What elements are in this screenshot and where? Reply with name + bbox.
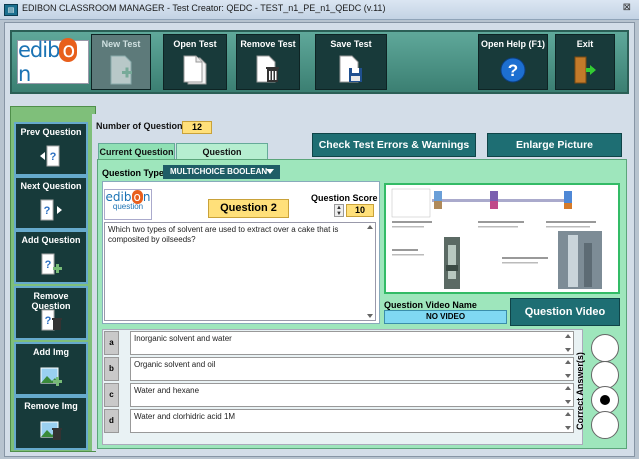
open-test-label: Open Test	[173, 39, 217, 49]
prev-question-label: Prev Question	[20, 127, 82, 137]
answer-row: d Water and clorhidric acid 1M	[104, 409, 578, 433]
correct-answers-label: Correct Answer(s)	[575, 352, 585, 430]
question-text: Which two types of solvent are used to e…	[108, 225, 339, 244]
prev-question-button[interactable]: Prev Question ?	[14, 122, 88, 176]
scroll-up-icon[interactable]	[367, 225, 373, 229]
scroll-up-icon[interactable]	[565, 334, 571, 338]
chevron-down-icon	[266, 169, 274, 174]
open-help-button[interactable]: Open Help (F1) ?	[478, 34, 548, 90]
save-test-button[interactable]: Save Test	[315, 34, 387, 90]
open-help-label: Open Help (F1)	[480, 39, 545, 49]
prev-question-icon: ?	[40, 145, 60, 167]
question-type-select[interactable]: MULTICHOICE BOOLEAN	[163, 165, 280, 179]
answer-letter: d	[104, 409, 119, 433]
correct-answer-radio-a[interactable]	[591, 334, 619, 362]
new-test-button[interactable]: New Test	[91, 34, 151, 90]
question-type-value: MULTICHOICE BOOLEAN	[170, 167, 268, 176]
answer-row: b Organic solvent and oil	[104, 357, 578, 381]
process-diagram-image	[386, 185, 618, 292]
title-bar: ▤ EDIBON CLASSROOM MANAGER - Test Creato…	[0, 0, 639, 20]
new-test-label: New Test	[101, 39, 141, 49]
answer-text-field[interactable]: Water and hexane	[130, 383, 574, 407]
answer-row: a Inorganic solvent and water	[104, 331, 578, 355]
remove-question-icon: ?	[41, 309, 62, 331]
scroll-down-icon[interactable]	[565, 374, 571, 378]
window-title: EDIBON CLASSROOM MANAGER - Test Creator:…	[22, 3, 386, 13]
question-video-button[interactable]: Question Video	[510, 298, 620, 326]
add-question-label: Add Question	[21, 235, 81, 245]
check-errors-button[interactable]: Check Test Errors & Warnings	[312, 133, 476, 157]
new-document-icon	[110, 55, 132, 85]
scroll-down-icon[interactable]	[565, 426, 571, 430]
tab-current-question[interactable]: Current Question	[98, 143, 175, 159]
question-score-value[interactable]: 10	[346, 204, 374, 217]
edibon-logo: edib on	[17, 38, 89, 86]
scroll-down-icon[interactable]	[565, 400, 571, 404]
help-icon: ?	[500, 57, 526, 83]
scroll-up-icon[interactable]	[565, 360, 571, 364]
remove-test-button[interactable]: Remove Test	[236, 34, 300, 90]
exit-button[interactable]: Exit	[555, 34, 615, 90]
answer-letter: c	[104, 383, 119, 407]
app-icon: ▤	[4, 4, 18, 16]
svg-text:?: ?	[508, 61, 518, 80]
score-stepper[interactable]: ▲ ▼	[334, 204, 344, 217]
exit-label: Exit	[576, 39, 594, 49]
question-number: Question 2	[208, 199, 289, 218]
save-test-label: Save Test	[330, 39, 372, 49]
correct-answer-radio-d[interactable]	[591, 411, 619, 439]
answer-text-field[interactable]: Water and clorhidric acid 1M	[130, 409, 574, 433]
open-document-icon	[183, 55, 207, 85]
open-test-button[interactable]: Open Test	[163, 34, 227, 90]
exit-door-icon	[574, 56, 596, 84]
scroll-up-icon[interactable]	[565, 386, 571, 390]
answer-letter: a	[104, 331, 119, 355]
num-questions-label: Number of Questions	[96, 121, 188, 131]
tab-question-explanation[interactable]: Question Explanation	[176, 143, 268, 173]
question-type-label: Question Type	[102, 168, 164, 178]
correct-answer-radio-b[interactable]	[591, 361, 619, 389]
next-question-icon: ?	[40, 199, 62, 221]
svg-text:?: ?	[45, 259, 52, 271]
answer-text-field[interactable]: Inorganic solvent and water	[130, 331, 574, 355]
answer-text: Water and clorhidric acid 1M	[134, 412, 236, 421]
answer-text: Organic solvent and oil	[134, 360, 216, 369]
edibon-question-logo: edib o n question	[104, 189, 152, 220]
answer-text: Water and hexane	[134, 386, 200, 395]
delete-document-icon	[256, 55, 279, 83]
scroll-up-icon[interactable]	[565, 412, 571, 416]
close-icon[interactable]: ⊠	[623, 2, 631, 13]
remove-img-label: Remove Img	[24, 401, 78, 411]
add-question-icon: ?	[41, 253, 62, 275]
next-question-label: Next Question	[20, 181, 82, 191]
enlarge-picture-button[interactable]: Enlarge Picture	[487, 133, 622, 157]
add-img-label: Add Img	[33, 347, 69, 357]
video-name-label: Question Video Name	[384, 300, 477, 310]
svg-text:?: ?	[45, 315, 52, 327]
add-image-icon	[40, 367, 62, 386]
answer-text: Inorganic solvent and water	[134, 334, 232, 343]
add-img-button[interactable]: Add Img	[14, 342, 88, 396]
answer-text-field[interactable]: Organic solvent and oil	[130, 357, 574, 381]
remove-img-button[interactable]: Remove Img	[14, 396, 88, 450]
video-name-value: NO VIDEO	[384, 310, 507, 324]
remove-test-label: Remove Test	[240, 39, 296, 49]
next-question-button[interactable]: Next Question ?	[14, 176, 88, 230]
save-document-icon	[339, 55, 362, 83]
svg-text:?: ?	[50, 151, 57, 163]
correct-answer-radio-c[interactable]	[591, 386, 619, 414]
add-question-button[interactable]: Add Question ?	[14, 230, 88, 284]
question-text-area[interactable]: Which two types of solvent are used to e…	[104, 222, 376, 321]
answer-letter: b	[104, 357, 119, 381]
answer-row: c Water and hexane	[104, 383, 578, 407]
remove-image-icon	[40, 421, 62, 440]
scroll-down-icon[interactable]	[565, 348, 571, 352]
remove-question-button[interactable]: Remove Question ?	[14, 286, 88, 340]
question-score-label: Question Score	[311, 193, 378, 203]
num-questions-value: 12	[182, 121, 212, 134]
question-picture[interactable]	[384, 183, 620, 294]
svg-text:?: ?	[44, 205, 51, 217]
scroll-down-icon[interactable]	[367, 314, 373, 318]
